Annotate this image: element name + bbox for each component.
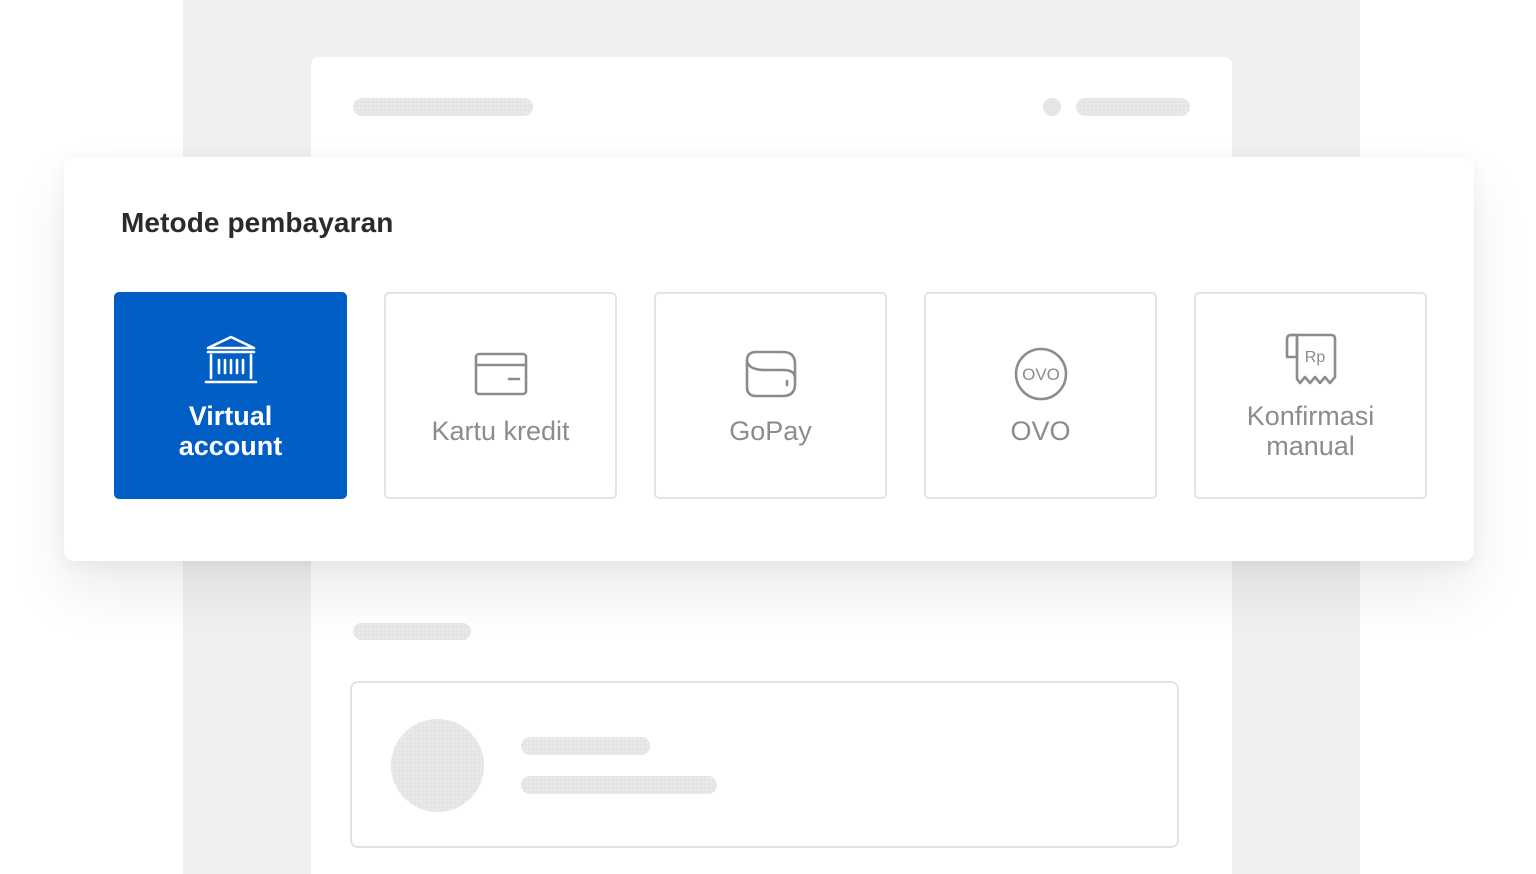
payment-method-title: Metode pembayaran	[121, 207, 394, 238]
payment-option-ovo[interactable]: OVO OVO	[924, 292, 1157, 499]
skeleton-header-dot	[1043, 98, 1061, 116]
skeleton-header-title	[353, 98, 533, 116]
ovo-icon: OVO	[1013, 346, 1069, 402]
payment-option-label: Konfirmasi manual	[1246, 400, 1375, 461]
receipt-rp-icon-text: Rp	[1304, 349, 1325, 366]
payment-option-virtual-account[interactable]: Virtual account	[114, 292, 347, 499]
payment-option-manual-confirmation[interactable]: Rp Konfirmasi manual	[1194, 292, 1427, 499]
payment-option-credit-card[interactable]: Kartu kredit	[384, 292, 617, 499]
skeleton-line-long	[521, 776, 717, 794]
skeleton-header-action	[1076, 98, 1190, 116]
payment-option-label: Virtual account	[178, 400, 283, 461]
payment-option-label: OVO	[1010, 415, 1071, 446]
payment-method-card: Metode pembayaran Virtual account Kartu …	[64, 157, 1474, 561]
credit-card-icon	[473, 346, 529, 402]
payment-method-options: Virtual account Kartu kredit GoPay OVO O…	[114, 292, 1427, 499]
skeleton-section-title	[353, 623, 471, 640]
payment-option-label: GoPay	[729, 415, 812, 446]
wallet-icon	[743, 346, 799, 402]
skeleton-line-short	[521, 737, 650, 755]
payment-option-label: Kartu kredit	[431, 415, 570, 446]
bank-icon	[203, 331, 259, 387]
skeleton-avatar	[391, 719, 484, 812]
ovo-icon-text: OVO	[1022, 365, 1060, 384]
payment-option-gopay[interactable]: GoPay	[654, 292, 887, 499]
receipt-rp-icon: Rp	[1283, 331, 1339, 387]
